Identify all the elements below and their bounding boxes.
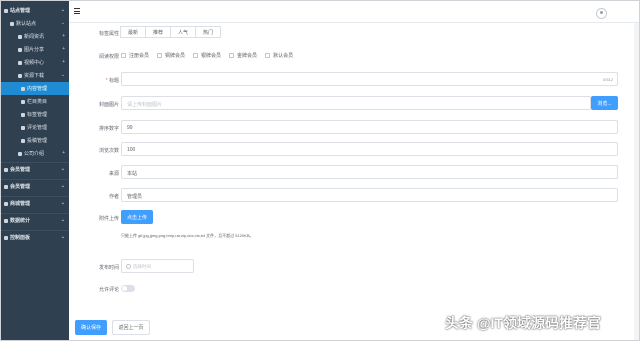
sidebar-item-comments[interactable]: 评论管理 bbox=[1, 121, 69, 134]
checkbox-icon bbox=[193, 53, 199, 58]
sidebar-item-control-panel[interactable]: 控制面板 ⌄ bbox=[1, 231, 69, 244]
browse-button[interactable]: 浏览... bbox=[591, 96, 618, 110]
gear-icon bbox=[4, 235, 8, 240]
checkbox-bronze[interactable]: 铜牌会员 bbox=[157, 52, 185, 59]
sidebar-item-members[interactable]: 会员管理 ⌄ bbox=[1, 180, 69, 193]
sidebar-item-content-management[interactable]: 内容管理 bbox=[1, 82, 69, 95]
chevron-down-icon: ⌄ bbox=[60, 20, 65, 26]
sidebar-item-images[interactable]: 图片分享 + bbox=[1, 43, 69, 56]
cover-input[interactable]: 请上传封面图片 bbox=[121, 96, 591, 110]
document-icon bbox=[21, 125, 25, 130]
source-label: 来源 bbox=[108, 171, 119, 177]
title-char-counter: 0/512 bbox=[602, 77, 613, 82]
checkbox-icon bbox=[121, 53, 126, 58]
sidebar-item-submissions[interactable]: 投稿管理 bbox=[1, 134, 69, 147]
sidebar-item-app-management[interactable]: 会员管理 ⌄ bbox=[1, 163, 69, 176]
tag-tab-hot[interactable]: 热门 bbox=[195, 26, 222, 38]
sidebar-item-default-site[interactable]: 默认站点 ⌄ bbox=[1, 17, 69, 30]
source-input[interactable]: 本站 bbox=[121, 165, 618, 179]
home-icon bbox=[4, 8, 8, 13]
chevron-down-icon: ⌄ bbox=[60, 7, 65, 13]
checkbox-silver[interactable]: 银牌会员 bbox=[193, 52, 221, 59]
sidebar-item-news[interactable]: 新闻资讯 + bbox=[1, 30, 69, 43]
content-form: 标签属性 最新 推荐 人气 热门 阅读权限 注册会员 铜牌会员 银牌会员 金牌会… bbox=[69, 23, 635, 340]
tag-attr-label: 标签属性 bbox=[98, 31, 119, 37]
sidebar-item-videos[interactable]: 视频中心 + bbox=[1, 56, 69, 69]
views-input[interactable]: 100 bbox=[121, 142, 618, 156]
clock-icon bbox=[126, 264, 131, 269]
document-icon bbox=[21, 86, 25, 91]
chevron-down-icon: ⌄ bbox=[60, 183, 65, 189]
allow-comment-switch[interactable] bbox=[121, 285, 135, 292]
sort-label: 排序数字 bbox=[98, 126, 119, 132]
tag-attr-tabs: 最新 推荐 人气 热门 bbox=[120, 26, 222, 38]
folder-icon bbox=[10, 21, 14, 26]
vertical-scrollbar[interactable] bbox=[634, 23, 639, 340]
sidebar-item-statistics[interactable]: 数据统计 ⌄ bbox=[1, 214, 69, 227]
read-perm-options: 注册会员 铜牌会员 银牌会员 金牌会员 默认会员 bbox=[121, 52, 301, 59]
sidebar-item-company[interactable]: 公司介绍 + bbox=[1, 147, 69, 160]
cart-icon bbox=[4, 201, 8, 206]
document-icon bbox=[21, 99, 25, 104]
back-button[interactable]: 返回上一页 bbox=[112, 320, 150, 335]
publish-time-picker[interactable]: 选择时间 bbox=[121, 259, 194, 273]
title-input[interactable]: 0/512 bbox=[121, 72, 618, 86]
checkbox-registered[interactable]: 注册会员 bbox=[121, 52, 149, 59]
sidebar-item-site-management[interactable]: 站点管理 ⌄ bbox=[1, 4, 69, 17]
grid-icon bbox=[4, 167, 8, 172]
tag-tab-popular[interactable]: 人气 bbox=[170, 26, 197, 38]
tag-tab-recommended[interactable]: 推荐 bbox=[145, 26, 172, 38]
folder-icon bbox=[18, 47, 22, 52]
author-input[interactable]: 管理员 bbox=[121, 188, 618, 202]
sidebar-item-downloads[interactable]: 资源下载 ⌄ bbox=[1, 69, 69, 82]
sidebar: 站点管理 ⌄ 默认站点 ⌄ 新闻资讯 + 图片分享 + 视频中心 + 资源下载 ⌄ 内容管理… bbox=[1, 1, 69, 340]
chart-icon bbox=[4, 218, 8, 223]
checkbox-default[interactable]: 默认会员 bbox=[265, 52, 293, 59]
hamburger-icon[interactable] bbox=[74, 8, 80, 14]
title-label: * 标题 bbox=[105, 78, 119, 84]
sidebar-item-categories[interactable]: 栏目类目 bbox=[1, 95, 69, 108]
chevron-down-icon: ⌄ bbox=[60, 234, 65, 240]
upload-button[interactable]: 点击上传 bbox=[121, 210, 153, 224]
folder-icon bbox=[18, 73, 22, 78]
folder-icon bbox=[18, 34, 22, 39]
document-icon bbox=[21, 112, 25, 117]
tag-tab-latest[interactable]: 最新 bbox=[120, 26, 147, 38]
upload-hint: 只能上传 gif,jpg,jpeg,png,bmp,rar,zip,doc,xl… bbox=[121, 233, 254, 238]
checkbox-icon bbox=[157, 53, 163, 58]
allow-comment-label: 允许评论 bbox=[98, 287, 119, 293]
sidebar-item-tags[interactable]: 标签管理 bbox=[1, 108, 69, 121]
chevron-down-icon: ⌄ bbox=[60, 200, 65, 206]
watermark: 头条 @IT领域源码推荐官 bbox=[445, 315, 601, 331]
sort-input[interactable]: 99 bbox=[121, 120, 618, 134]
plus-icon: + bbox=[62, 46, 65, 52]
folder-icon bbox=[18, 151, 22, 156]
read-perm-label: 阅读权限 bbox=[98, 54, 119, 60]
user-icon bbox=[4, 184, 8, 189]
user-avatar-icon[interactable] bbox=[596, 8, 607, 19]
folder-icon bbox=[18, 60, 22, 65]
top-header bbox=[69, 1, 639, 23]
views-label: 浏览次数 bbox=[98, 148, 119, 154]
checkbox-gold[interactable]: 金牌会员 bbox=[229, 52, 257, 59]
author-label: 作者 bbox=[108, 194, 119, 200]
cover-label: 封面图片 bbox=[98, 102, 119, 108]
document-icon bbox=[21, 138, 25, 143]
sidebar-item-shop[interactable]: 商城管理 ⌄ bbox=[1, 197, 69, 210]
attachment-label: 附件上传 bbox=[98, 216, 119, 222]
publish-time-label: 发布时间 bbox=[98, 265, 119, 271]
checkbox-icon bbox=[229, 53, 235, 58]
save-button[interactable]: 确认保存 bbox=[75, 320, 107, 335]
checkbox-icon bbox=[265, 53, 271, 58]
